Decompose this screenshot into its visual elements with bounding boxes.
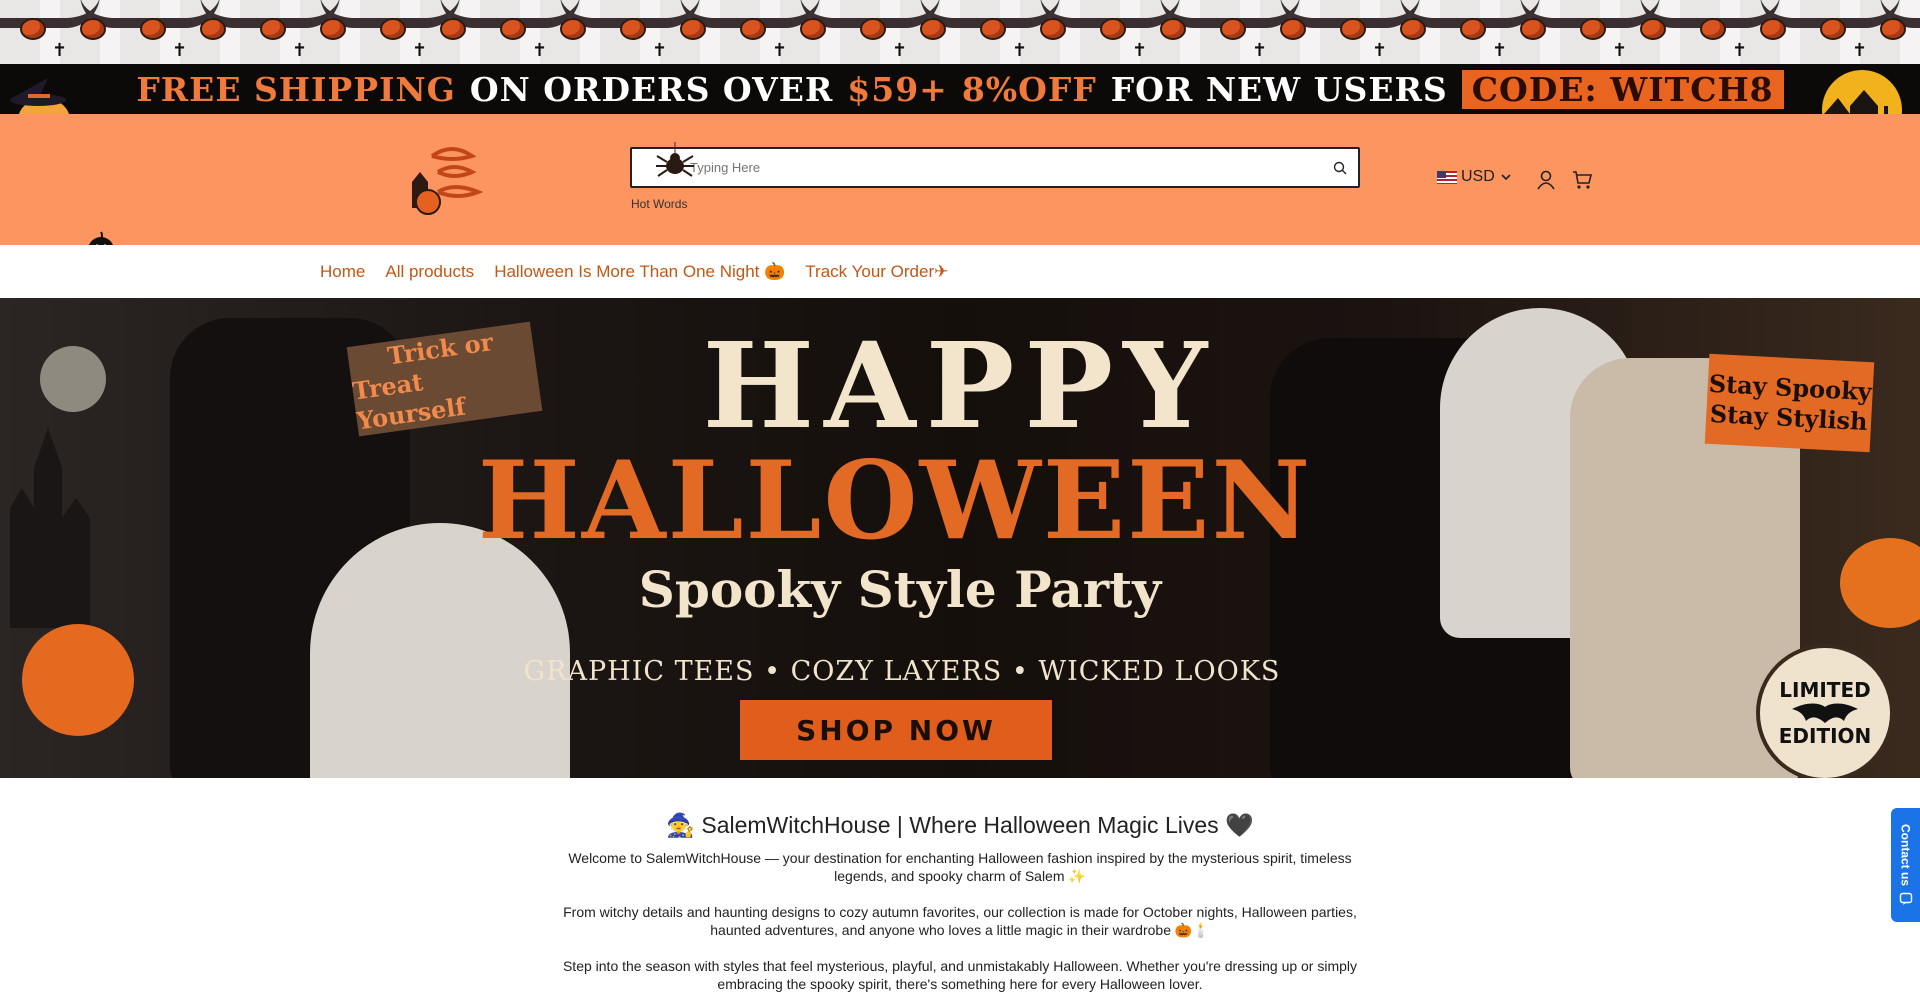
garland-pumpkin-icon [80,18,106,40]
hero-headline-happy: HAPPY [702,316,1218,455]
garland-pumpkin-icon [680,18,706,40]
garland-pumpkin-icon [380,18,406,40]
garland-pumpkin-icon [1820,18,1846,40]
promo-free-shipping: FREE SHIPPING [136,69,456,109]
search-bar [630,147,1360,188]
garland-pumpkin-icon [1100,18,1126,40]
garland-pumpkin-icon [20,18,46,40]
promo-bar: FREE SHIPPING ON ORDERS OVER $59+ 8%OFF … [0,64,1920,114]
garland-pumpkin-icon [1640,18,1666,40]
garland-cross-icon: ✝ [412,40,428,61]
contact-us-label: Contact us [1898,823,1913,886]
account-icon[interactable] [1535,169,1557,191]
garland-pumpkin-icon [260,18,286,40]
hero-banner[interactable]: Trick or Treat Yourself Stay Spooky Stay… [0,298,1920,778]
promo-threshold: $59+ [847,69,948,109]
garland-pumpkin-icon [1460,18,1486,40]
search-input[interactable] [632,149,1322,186]
garland-pumpkin-icon [140,18,166,40]
hero-subheadline: Spooky Style Party [638,560,1162,619]
pumpkin-lantern-image [1840,538,1920,628]
garland-cross-icon: ✝ [1852,40,1868,61]
hero-tagline: GRAPHIC TEES • COZY LAYERS • WICKED LOOK… [523,656,1281,687]
garland-pumpkin-icon [1880,18,1906,40]
intro-paragraph-1: Welcome to SalemWitchHouse — your destin… [568,850,1352,884]
garland-cross-icon: ✝ [292,40,308,61]
garland-cross-icon: ✝ [172,40,188,61]
promo-for-new-users: FOR NEW USERS [1110,69,1448,109]
nav-item-home[interactable]: Home [320,262,365,282]
garland-cross-icon: ✝ [1612,40,1628,61]
garland-pumpkin-icon [800,18,826,40]
garland-pumpkin-icon [1160,18,1186,40]
garland-cross-icon: ✝ [1372,40,1388,61]
nav-item-halloween[interactable]: Halloween Is More Than One Night 🎃 [494,262,785,282]
garland-pumpkin-icon [1520,18,1546,40]
garland-cross-icon: ✝ [892,40,908,61]
garland-pumpkin-icon [1580,18,1606,40]
garland-cross-icon: ✝ [652,40,668,61]
garland-cross-icon: ✝ [1492,40,1508,61]
garland-pumpkin-icon [740,18,766,40]
garland-pumpkin-icon [1220,18,1246,40]
main-navigation: Home All products Halloween Is More Than… [0,245,1920,298]
spider-decoration-icon [656,142,694,177]
badge-line-2: EDITION [1778,724,1872,748]
chat-icon [1899,892,1912,905]
search-icon[interactable] [1322,150,1358,186]
contact-us-button[interactable]: Contact us [1891,808,1920,922]
nav-item-track-order[interactable]: Track Your Order✈ [805,262,948,282]
nav-item-all-products[interactable]: All products [385,262,474,282]
site-header [0,114,1920,245]
hot-words-label[interactable]: Hot Words [631,197,687,211]
garland-pumpkin-icon [620,18,646,40]
garland-pumpkin-icon [1760,18,1786,40]
currency-label: USD [1461,168,1495,185]
garland-pumpkin-icon [320,18,346,40]
garland-pumpkin-icon [200,18,226,40]
promo-on-orders-over: ON ORDERS OVER [469,69,834,109]
intro-section: 🧙 SalemWitchHouse | Where Halloween Magi… [0,778,1920,993]
promo-discount: 8%OFF [961,69,1097,109]
shop-now-button[interactable]: SHOP NOW [740,700,1052,760]
garland-pumpkin-icon [500,18,526,40]
garland-cross-icon: ✝ [532,40,548,61]
garland-pumpkin-icon [1280,18,1306,40]
badge-line-1: LIMITED [1779,678,1871,702]
garland-pumpkin-icon [920,18,946,40]
garland-cross-icon: ✝ [52,40,68,61]
garland-pumpkin-icon [1700,18,1726,40]
promo-code: CODE: WITCH8 [1461,69,1784,109]
garland-cross-icon: ✝ [1012,40,1028,61]
garland-pumpkin-icon [440,18,466,40]
salem-witch-house-logo[interactable] [402,138,488,220]
garland-pumpkin-icon [560,18,586,40]
garland-cross-icon: ✝ [1732,40,1748,61]
currency-selector[interactable]: USD [1437,168,1513,186]
garland-cross-icon: ✝ [772,40,788,61]
halloween-garland-decoration: ✝ ✝ ✝ ✝ ✝ ✝ ✝ ✝ ✝ ✝ ✝ ✝ ✝ ✝ ✝ ✝ [0,0,1920,64]
garland-pumpkin-icon [1400,18,1426,40]
garland-pumpkin-icon [980,18,1006,40]
bat-icon [1792,703,1858,723]
garland-cross-icon: ✝ [1252,40,1268,61]
limited-edition-badge: LIMITED EDITION [1756,644,1894,778]
garland-pumpkin-icon [1340,18,1366,40]
intro-paragraph-2: From witchy details and haunting designs… [563,904,1357,938]
hero-headline-halloween: HALLOWEEN [477,438,1313,564]
garland-cross-icon: ✝ [1132,40,1148,61]
garland-pumpkin-icon [1040,18,1066,40]
garland-pumpkin-icon [860,18,886,40]
intro-title: 🧙 SalemWitchHouse | Where Halloween Magi… [666,812,1254,838]
intro-paragraph-3: Step into the season with styles that fe… [562,958,1358,992]
us-flag-icon [1437,170,1457,184]
chevron-down-icon [1501,174,1511,181]
cart-icon[interactable] [1571,169,1593,191]
